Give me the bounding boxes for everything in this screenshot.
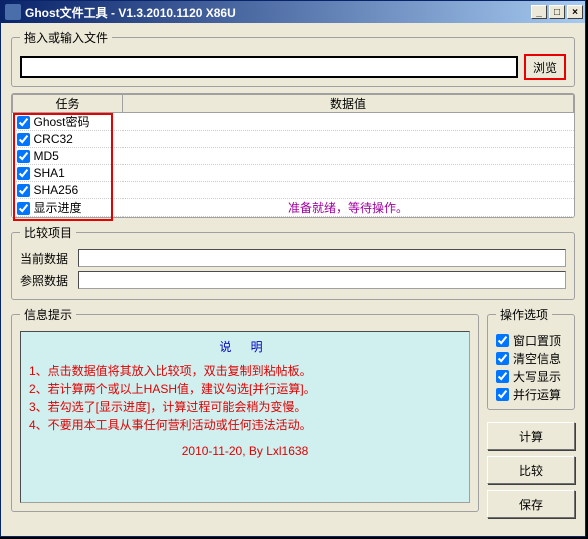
task-label: CRC32	[34, 132, 73, 146]
info-line: 3、若勾选了[显示进度]，计算过程可能会稍为变慢。	[29, 398, 461, 416]
task-value[interactable]	[123, 182, 574, 199]
current-data-label: 当前数据	[20, 250, 74, 267]
task-row: CRC32	[13, 131, 574, 148]
info-heading: 说 明	[29, 338, 461, 356]
task-row: MD5	[13, 148, 574, 165]
option-row: 窗口置顶	[496, 331, 566, 349]
close-button[interactable]: ×	[567, 5, 583, 19]
option-checkbox[interactable]	[496, 352, 509, 365]
titlebar: Ghost文件工具 - V1.3.2010.1120 X86U _ □ ×	[1, 1, 585, 23]
compare-group: 比较项目 当前数据 参照数据	[11, 224, 575, 300]
info-footer: 2010-11-20, By Lxl1638	[29, 442, 461, 460]
option-row: 清空信息	[496, 349, 566, 367]
task-checkbox[interactable]	[17, 184, 30, 197]
task-checkbox[interactable]	[17, 202, 30, 215]
option-label: 大写显示	[513, 368, 561, 385]
col-task: 任务	[13, 95, 123, 113]
option-row: 大写显示	[496, 367, 566, 385]
task-label: SHA256	[34, 183, 79, 197]
compare-button[interactable]: 比较	[487, 456, 575, 484]
browse-button[interactable]: 浏览	[524, 54, 566, 80]
info-line: 1、点击数据值将其放入比较项，双击复制到粘帖板。	[29, 362, 461, 380]
task-value[interactable]	[123, 165, 574, 182]
window-title: Ghost文件工具 - V1.3.2010.1120 X86U	[25, 4, 236, 21]
info-legend: 信息提示	[20, 306, 76, 323]
minimize-button[interactable]: _	[531, 5, 547, 19]
option-checkbox[interactable]	[496, 388, 509, 401]
info-group: 信息提示 说 明 1、点击数据值将其放入比较项，双击复制到粘帖板。2、若计算两个…	[11, 306, 479, 512]
option-label: 并行运算	[513, 386, 561, 403]
info-line: 2、若计算两个或以上HASH值，建议勾选[并行运算]。	[29, 380, 461, 398]
info-panel: 说 明 1、点击数据值将其放入比较项，双击复制到粘帖板。2、若计算两个或以上HA…	[20, 331, 470, 503]
file-path-input[interactable]	[20, 56, 518, 78]
options-legend: 操作选项	[496, 306, 552, 323]
task-label: 显示进度	[34, 201, 82, 215]
current-data-input[interactable]	[78, 249, 566, 267]
app-icon	[5, 4, 21, 20]
right-column: 操作选项 窗口置顶清空信息大写显示并行运算 计算 比较 保存	[487, 306, 575, 518]
info-line: 4、不要用本工具从事任何营利活动或任何违法活动。	[29, 416, 461, 434]
file-group: 拖入或输入文件 浏览	[11, 29, 575, 87]
save-button[interactable]: 保存	[487, 490, 575, 518]
task-label: Ghost密码	[34, 115, 90, 129]
ref-data-input[interactable]	[78, 271, 566, 289]
option-label: 清空信息	[513, 350, 561, 367]
file-legend: 拖入或输入文件	[20, 29, 112, 46]
task-value[interactable]: 准备就绪，等待操作。	[123, 199, 574, 217]
maximize-button[interactable]: □	[549, 5, 565, 19]
task-checkbox[interactable]	[17, 116, 30, 129]
calc-button[interactable]: 计算	[487, 422, 575, 450]
task-value[interactable]	[123, 148, 574, 165]
compare-legend: 比较项目	[20, 224, 76, 241]
task-checkbox[interactable]	[17, 133, 30, 146]
task-label: MD5	[34, 149, 59, 163]
content-area: 拖入或输入文件 浏览 任务 数据值 Ghost密码 CRC32 MD5 SHA1 SHA…	[1, 23, 585, 524]
task-row: SHA1	[13, 165, 574, 182]
task-row: SHA256	[13, 182, 574, 199]
main-window: Ghost文件工具 - V1.3.2010.1120 X86U _ □ × 拖入…	[0, 0, 586, 537]
task-group: 任务 数据值 Ghost密码 CRC32 MD5 SHA1 SHA256 显示进度 准备就绪…	[11, 93, 575, 218]
task-checkbox[interactable]	[17, 167, 30, 180]
task-value[interactable]	[123, 113, 574, 131]
option-row: 并行运算	[496, 385, 566, 403]
option-label: 窗口置顶	[513, 332, 561, 349]
options-group: 操作选项 窗口置顶清空信息大写显示并行运算	[487, 306, 575, 410]
task-checkbox[interactable]	[17, 150, 30, 163]
ref-data-label: 参照数据	[20, 272, 74, 289]
option-checkbox[interactable]	[496, 334, 509, 347]
col-value: 数据值	[123, 95, 574, 113]
task-row: 显示进度 准备就绪，等待操作。	[13, 199, 574, 217]
task-value[interactable]	[123, 131, 574, 148]
option-checkbox[interactable]	[496, 370, 509, 383]
task-row: Ghost密码	[13, 113, 574, 131]
task-label: SHA1	[34, 166, 65, 180]
